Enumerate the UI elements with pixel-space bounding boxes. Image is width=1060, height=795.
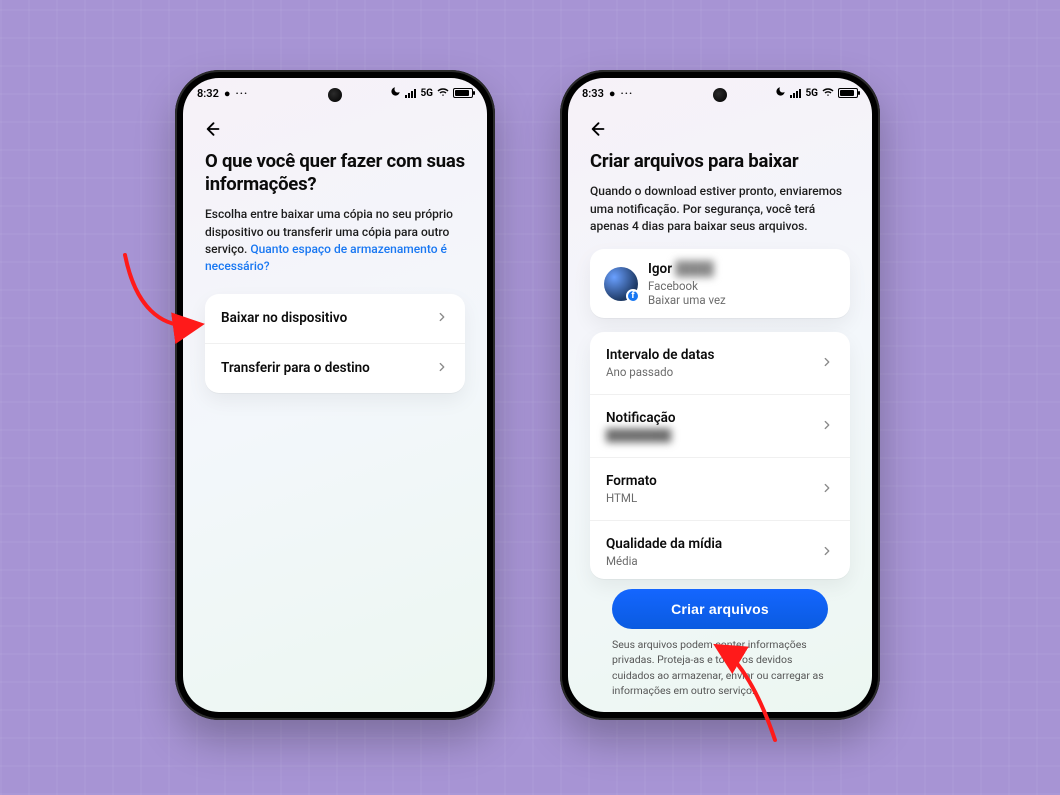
setting-label: Qualidade da mídia — [606, 536, 810, 552]
setting-date-range[interactable]: Intervalo de datas Ano passado — [590, 332, 850, 394]
network-label: 5G — [420, 88, 433, 99]
setting-media-quality[interactable]: Qualidade da mídia Média — [590, 520, 850, 579]
create-files-button[interactable]: Criar arquivos — [612, 589, 828, 629]
footer-note: Seus arquivos podem conter informações p… — [612, 637, 828, 698]
screen-left: 8:32 ● ··· 5G O que você que — [183, 78, 487, 712]
setting-label: Intervalo de datas — [606, 347, 810, 363]
front-camera-icon — [713, 88, 727, 102]
profile-platform: Facebook — [648, 279, 836, 293]
profile-card: f Igor ████ Facebook Baixar uma vez — [590, 249, 850, 318]
profile-name: Igor — [648, 261, 672, 277]
back-arrow-icon — [201, 119, 221, 139]
wifi-icon — [822, 86, 834, 101]
setting-label: Formato — [606, 473, 810, 489]
wifi-icon — [437, 86, 449, 101]
chevron-right-icon — [820, 417, 834, 436]
signal-icon — [790, 89, 801, 98]
more-notifications-icon: ··· — [236, 87, 249, 100]
notification-bubble-icon: ● — [224, 87, 231, 100]
back-arrow-icon — [586, 119, 606, 139]
options-card: Baixar no dispositivo Transferir para o … — [205, 294, 465, 393]
moon-dnd-icon — [390, 86, 401, 100]
battery-icon — [453, 88, 473, 98]
chevron-right-icon — [820, 543, 834, 562]
setting-value-blurred: ████████ — [606, 428, 810, 442]
screen-right: 8:33 ● ··· 5G Criar arquivos — [568, 78, 872, 712]
page-title: Criar arquivos para baixar — [590, 150, 850, 173]
profile-row: f Igor ████ Facebook Baixar uma vez — [590, 249, 850, 318]
option-download-device[interactable]: Baixar no dispositivo — [205, 294, 465, 343]
clock: 8:33 — [582, 87, 604, 100]
setting-format[interactable]: Formato HTML — [590, 457, 850, 520]
page-description: Escolha entre baixar uma cópia no seu pr… — [205, 206, 465, 276]
avatar: f — [604, 267, 638, 301]
setting-label: Notificação — [606, 410, 810, 426]
setting-value: Média — [606, 554, 810, 568]
setting-value: HTML — [606, 491, 810, 505]
more-notifications-icon: ··· — [621, 87, 634, 100]
option-label: Transferir para o destino — [221, 360, 425, 376]
facebook-badge-icon: f — [626, 289, 640, 303]
notification-bubble-icon: ● — [609, 87, 616, 100]
setting-notification[interactable]: Notificação ████████ — [590, 394, 850, 457]
option-label: Baixar no dispositivo — [221, 310, 425, 326]
network-label: 5G — [805, 88, 818, 99]
settings-card: Intervalo de datas Ano passado Notificaç… — [590, 332, 850, 579]
chevron-right-icon — [435, 309, 449, 328]
chevron-right-icon — [820, 480, 834, 499]
battery-icon — [838, 88, 858, 98]
phone-frame-left: 8:32 ● ··· 5G O que você que — [175, 70, 495, 720]
profile-name-blurred: ████ — [675, 261, 713, 277]
page-title: O que você quer fazer com suas informaçõ… — [205, 150, 465, 196]
clock: 8:32 — [197, 87, 219, 100]
phone-frame-right: 8:33 ● ··· 5G Criar arquivos — [560, 70, 880, 720]
page-description: Quando o download estiver pronto, enviar… — [590, 183, 850, 235]
option-transfer-destination[interactable]: Transferir para o destino — [205, 343, 465, 393]
profile-frequency: Baixar uma vez — [648, 293, 836, 307]
signal-icon — [405, 89, 416, 98]
chevron-right-icon — [435, 359, 449, 378]
back-button[interactable] — [586, 114, 616, 144]
moon-dnd-icon — [775, 86, 786, 100]
setting-value: Ano passado — [606, 365, 810, 379]
chevron-right-icon — [820, 354, 834, 373]
back-button[interactable] — [201, 114, 231, 144]
front-camera-icon — [328, 88, 342, 102]
